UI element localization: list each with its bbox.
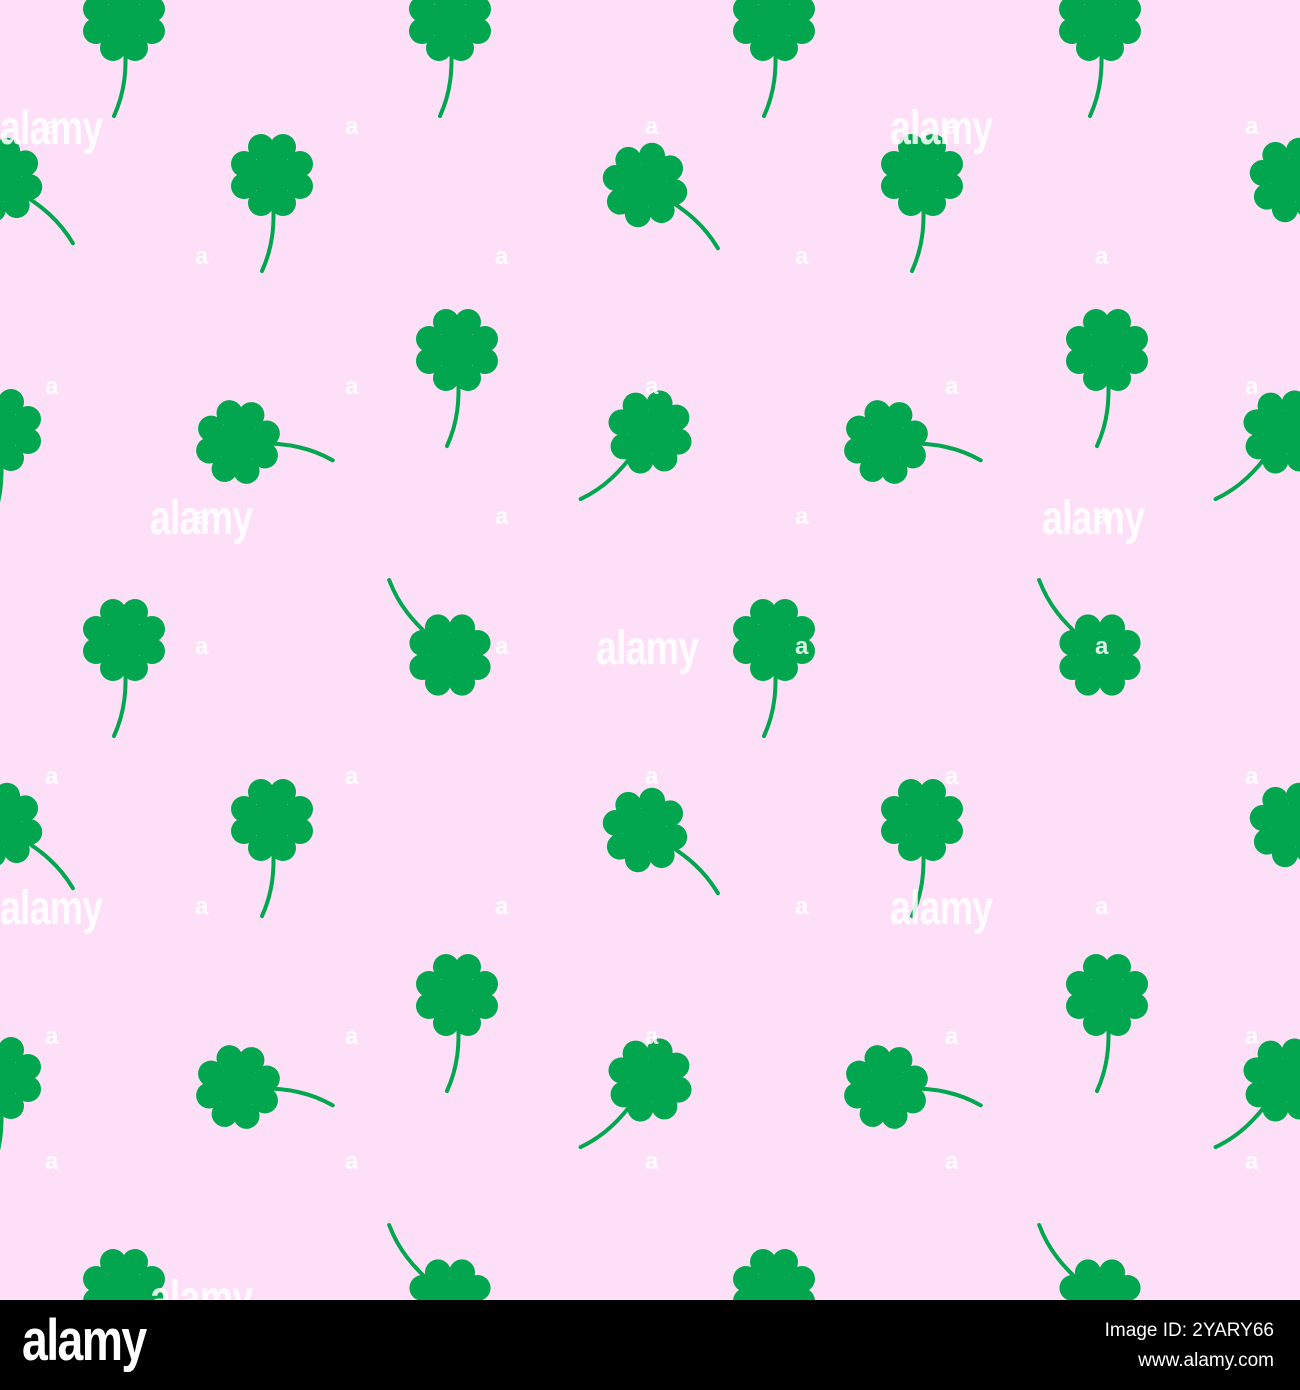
four-leaf-clover-icon — [0, 765, 105, 916]
four-leaf-clover-icon — [1189, 372, 1300, 534]
footer-brand-logo: alamy — [22, 1308, 147, 1373]
four-leaf-clover-icon — [1189, 1020, 1300, 1182]
four-leaf-clover-icon — [0, 1035, 43, 1176]
four-leaf-clover-icon — [879, 777, 965, 918]
four-leaf-clover-icon — [1232, 765, 1300, 916]
clover-pattern — [0, 0, 1300, 1300]
four-leaf-clover-icon — [1003, 1203, 1158, 1300]
footer-bar: alamy Image ID: 2YARY66 www.alamy.com — [0, 1300, 1300, 1390]
four-leaf-clover-icon — [0, 120, 105, 271]
four-leaf-clover-icon — [839, 1040, 988, 1139]
four-leaf-clover-icon — [407, 0, 493, 118]
footer-meta: Image ID: 2YARY66 www.alamy.com — [1105, 1316, 1274, 1376]
four-leaf-clover-icon — [353, 1203, 508, 1300]
four-leaf-clover-icon — [1064, 952, 1150, 1093]
four-leaf-clover-icon — [1064, 307, 1150, 448]
four-leaf-clover-icon — [554, 1020, 710, 1182]
four-leaf-clover-icon — [1003, 558, 1158, 713]
four-leaf-clover-icon — [81, 1247, 167, 1300]
four-leaf-clover-icon — [585, 770, 750, 921]
four-leaf-clover-icon — [414, 952, 500, 1093]
four-leaf-clover-icon — [81, 597, 167, 738]
four-leaf-clover-icon — [0, 387, 43, 528]
four-leaf-clover-icon — [585, 125, 750, 276]
four-leaf-clover-icon — [879, 132, 965, 273]
four-leaf-clover-icon — [1057, 0, 1143, 118]
four-leaf-clover-icon — [229, 777, 315, 918]
four-leaf-clover-icon — [414, 307, 500, 448]
four-leaf-clover-icon — [191, 1040, 340, 1139]
four-leaf-clover-icon — [731, 0, 817, 118]
site-url-text: www.alamy.com — [1138, 1350, 1274, 1371]
four-leaf-clover-icon — [839, 395, 988, 494]
clover-pattern-background: alamy alamy alamy alamy alamy alamy alamy alamy… — [0, 0, 1300, 1300]
four-leaf-clover-icon — [81, 0, 167, 118]
four-leaf-clover-icon — [229, 132, 315, 273]
four-leaf-clover-icon — [1232, 120, 1300, 271]
four-leaf-clover-icon — [731, 1247, 817, 1300]
four-leaf-clover-icon — [554, 372, 710, 534]
four-leaf-clover-icon — [353, 558, 508, 713]
four-leaf-clover-icon — [731, 597, 817, 738]
image-id-text: Image ID: 2YARY66 — [1104, 1320, 1274, 1341]
four-leaf-clover-icon — [191, 395, 340, 494]
